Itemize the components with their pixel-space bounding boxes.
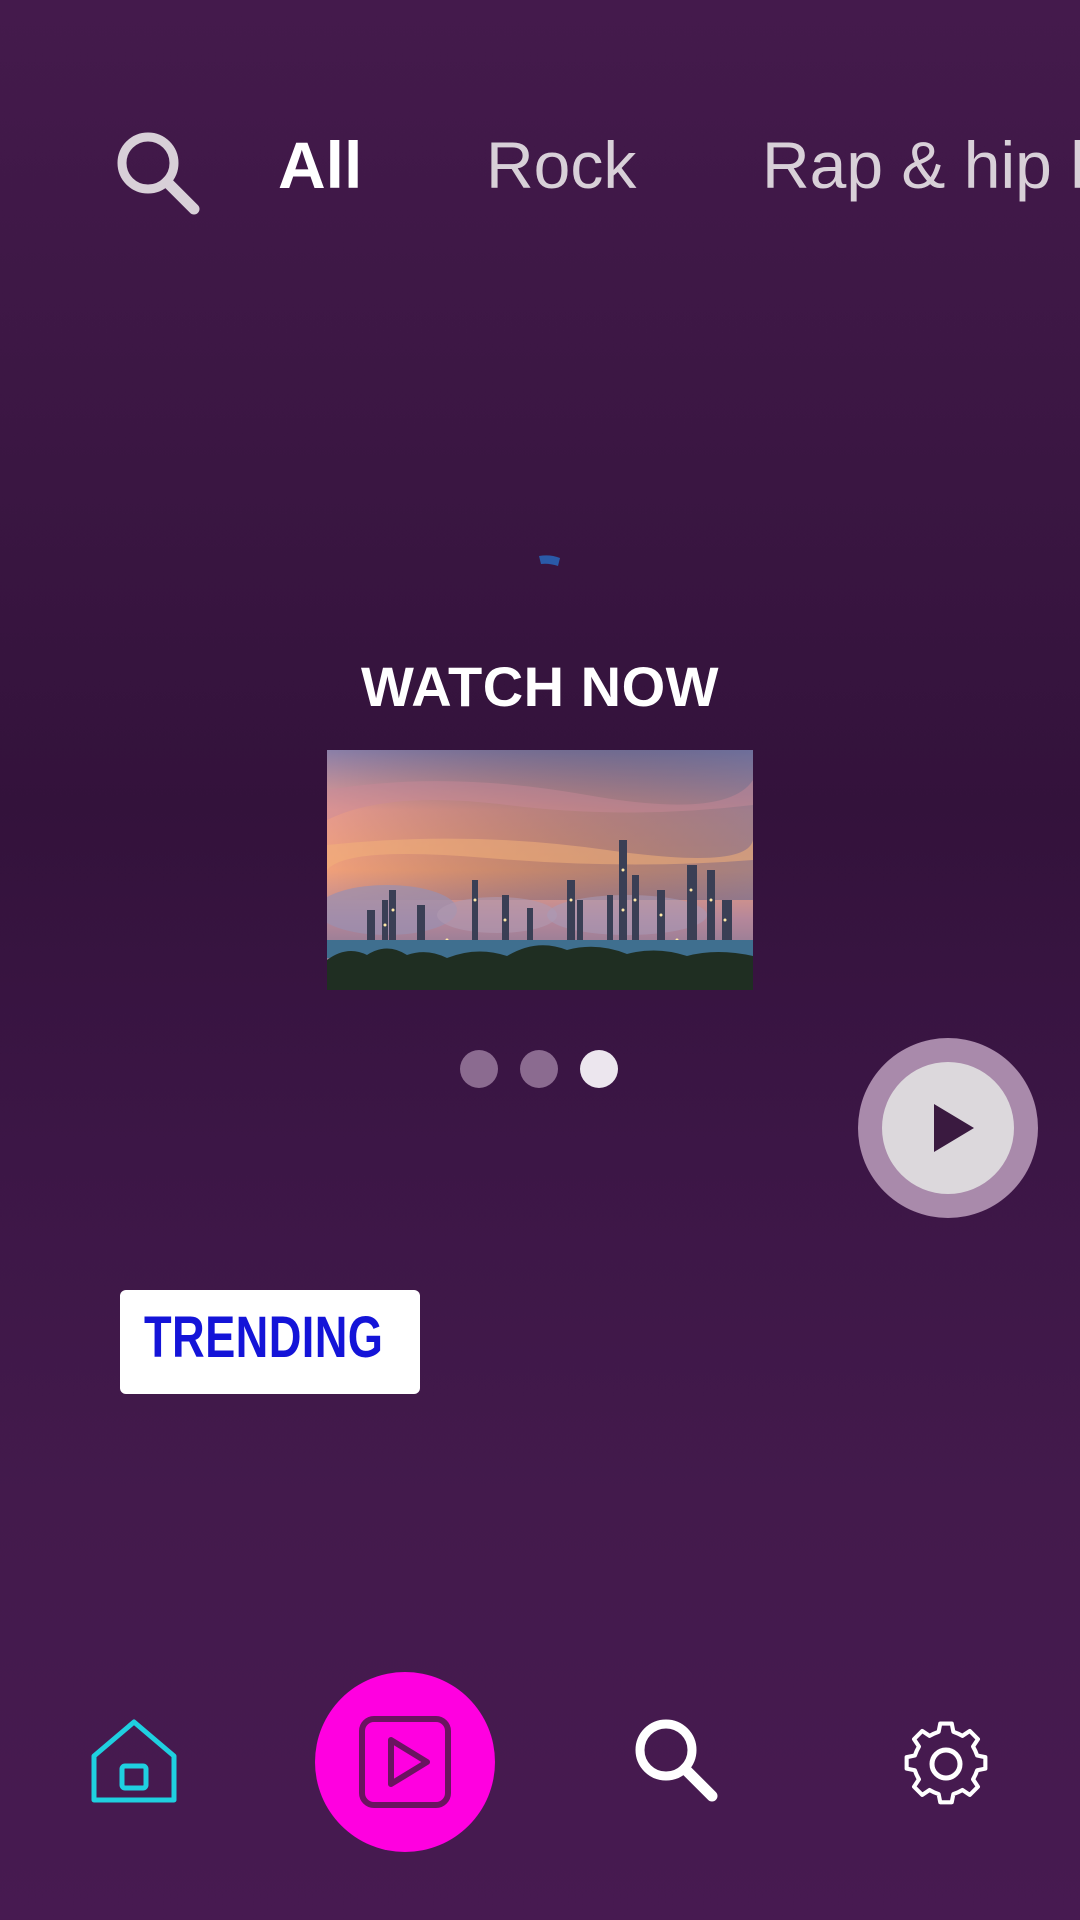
trending-label: TRENDING [144, 1305, 384, 1370]
loading-spinner [538, 554, 562, 572]
tab-rap-hip-hop[interactable]: Rap & hip h [762, 120, 1080, 210]
tab-rock[interactable]: Rock [486, 120, 636, 210]
play-icon [882, 1062, 1014, 1194]
nav-play-button[interactable] [315, 1672, 495, 1852]
home-icon[interactable] [86, 1712, 182, 1808]
carousel-dot[interactable] [520, 1050, 558, 1088]
floating-play-button[interactable] [858, 1038, 1038, 1218]
genre-tab-bar: All Rock Rap & hip h [0, 0, 1080, 330]
search-icon[interactable] [110, 125, 206, 221]
watch-now-title: WATCH NOW [360, 655, 720, 718]
trending-button[interactable]: TRENDING [120, 1290, 420, 1394]
carousel-dot[interactable] [460, 1050, 498, 1088]
carousel-indicator [460, 1050, 620, 1088]
gear-icon[interactable] [898, 1716, 994, 1812]
bottom-nav [0, 1650, 1080, 1920]
search-icon[interactable] [628, 1712, 724, 1808]
featured-thumbnail[interactable] [327, 750, 753, 990]
play-icon [359, 1716, 451, 1808]
carousel-dot-active[interactable] [580, 1050, 618, 1088]
tab-all[interactable]: All [278, 120, 362, 210]
